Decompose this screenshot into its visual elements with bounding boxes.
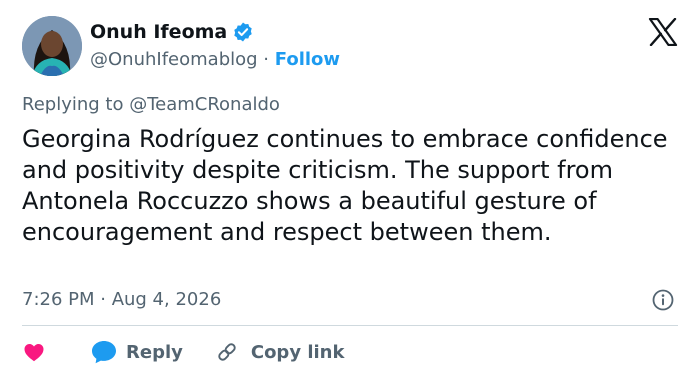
reply-context: Replying to @TeamCRonaldo	[22, 94, 280, 115]
x-logo-icon[interactable]	[648, 18, 678, 46]
reply-label: Reply	[126, 341, 183, 363]
avatar[interactable]	[22, 16, 82, 76]
speech-bubble-icon	[92, 341, 116, 364]
follow-button[interactable]: Follow	[275, 49, 340, 70]
handle-separator: ·	[263, 49, 270, 70]
copy-link-button[interactable]: Copy link	[215, 340, 345, 364]
divider	[22, 325, 678, 326]
reply-button[interactable]: Reply	[90, 339, 183, 365]
author-handle[interactable]: @OnuhIfeomablog	[90, 49, 258, 70]
tweet-timestamp[interactable]: 7:26 PM · Aug 4, 2026	[22, 288, 221, 312]
author-name[interactable]: Onuh Ifeoma	[90, 20, 227, 44]
author-handle-row: @OnuhIfeomablog · Follow	[90, 48, 340, 72]
author-name-row: Onuh Ifeoma	[90, 20, 254, 44]
link-icon	[218, 343, 236, 361]
copy-link-label: Copy link	[250, 341, 345, 363]
verified-badge-icon	[234, 22, 252, 42]
info-icon[interactable]	[652, 289, 674, 311]
tweet-text: Georgina Rodríguez continues to embrace …	[22, 125, 668, 246]
heart-icon[interactable]	[22, 340, 46, 364]
action-bar: Reply Copy link	[22, 336, 344, 368]
